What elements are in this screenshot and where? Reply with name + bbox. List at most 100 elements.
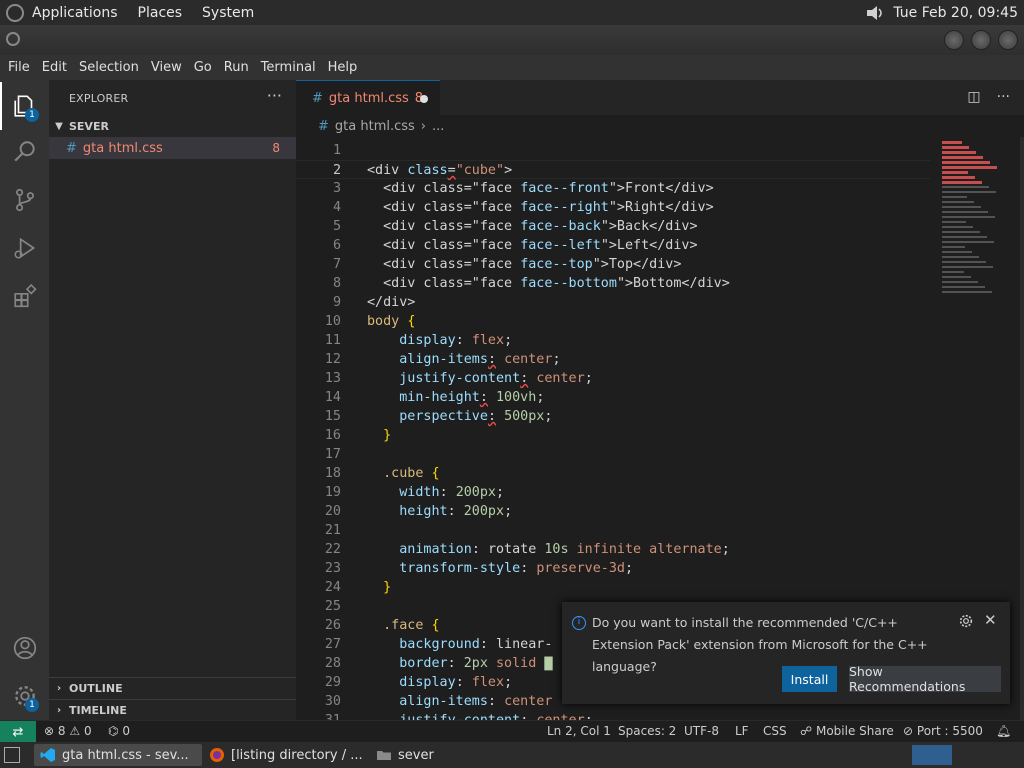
line-number: 21 [324, 523, 341, 538]
indentation[interactable]: Spaces: 2 [618, 724, 676, 738]
gear-icon[interactable] [958, 613, 974, 629]
line-text: background: linear- [399, 637, 553, 652]
code-line[interactable]: 18 .cube { [296, 464, 930, 483]
problems-indicator[interactable]: ⊗ 8 ⚠ 0 [44, 724, 92, 738]
code-line[interactable]: 21 [296, 521, 930, 540]
code-line[interactable]: 13 justify-content: center; [296, 369, 930, 388]
end-of-line[interactable]: LF [735, 724, 749, 738]
outline-section[interactable]: › OUTLINE [49, 677, 296, 699]
code-line[interactable]: 31 justify-content: center; [296, 711, 930, 720]
code-line[interactable]: 17 [296, 445, 930, 464]
code-line[interactable]: 8 <div class="face face--bottom">Bottom<… [296, 274, 930, 293]
accounts-activity[interactable] [0, 624, 49, 672]
line-number: 5 [332, 219, 341, 234]
code-line[interactable]: 23 transform-style: preserve-3d; [296, 559, 930, 578]
line-number: 15 [324, 409, 341, 424]
breadcrumb-file[interactable]: gta html.css [335, 119, 415, 134]
line-text: perspective: 500px; [399, 409, 553, 424]
run-debug-activity[interactable] [0, 224, 49, 272]
system-menu[interactable]: System [202, 5, 254, 21]
distro-logo-icon[interactable] [6, 3, 24, 22]
install-button[interactable]: Install [782, 666, 837, 692]
minimap-line [942, 171, 968, 174]
vscode-tray-icon[interactable] [912, 745, 952, 765]
code-line[interactable]: 7 <div class="face face--top">Top</div> [296, 255, 930, 274]
source-control-activity[interactable] [0, 176, 49, 224]
code-line[interactable]: 20 height: 200px; [296, 502, 930, 521]
language-mode[interactable]: CSS [763, 724, 787, 738]
breadcrumb-symbols[interactable]: ... [432, 119, 444, 134]
show-recommendations-button[interactable]: Show Recommendations [849, 664, 1001, 694]
code-line[interactable]: 2 <div class="cube"> [296, 160, 930, 179]
code-line[interactable]: 14 min-height: 100vh; [296, 388, 930, 407]
code-line[interactable]: 22 animation: rotate 10s infinite altern… [296, 540, 930, 559]
window-title-bar[interactable] [0, 25, 1024, 55]
editor-tabs: # gta html.css 8 ◫ ··· [296, 80, 1024, 115]
extensions-activity[interactable] [0, 272, 49, 320]
cursor-position[interactable]: Ln 2, Col 1 [547, 724, 611, 738]
close-window-button[interactable] [998, 30, 1018, 50]
editor-scrollbar[interactable] [1020, 137, 1024, 720]
line-number: 16 [324, 428, 341, 443]
notifications-bell-icon[interactable]: 🔔︎ [996, 724, 1011, 738]
code-line[interactable]: 11 display: flex; [296, 331, 930, 350]
menu-run[interactable]: Run [224, 60, 249, 75]
taskbar-item-browser[interactable]: [listing directory / ... [203, 744, 368, 766]
code-line[interactable]: 15 perspective: 500px; [296, 407, 930, 426]
close-icon[interactable]: ✕ [984, 611, 997, 629]
mobile-share[interactable]: ☍ Mobile Share [800, 724, 894, 738]
menu-help[interactable]: Help [328, 60, 358, 75]
search-activity[interactable] [0, 128, 49, 176]
menu-selection[interactable]: Selection [79, 60, 139, 75]
volume-icon[interactable] [865, 4, 885, 22]
places-menu[interactable]: Places [138, 5, 183, 21]
code-line[interactable]: 12 align-items: center; [296, 350, 930, 369]
activity-bar: 1 1 [0, 80, 49, 720]
menu-file[interactable]: File [8, 60, 30, 75]
explorer-activity[interactable]: 1 [0, 82, 49, 130]
code-line[interactable]: 19 width: 200px; [296, 483, 930, 502]
tab-gta-html-css[interactable]: # gta html.css 8 [296, 80, 440, 115]
manage-activity[interactable]: 1 [0, 672, 49, 720]
maximize-button[interactable] [971, 30, 991, 50]
applications-menu[interactable]: Applications [32, 5, 118, 21]
code-line[interactable]: 9 </div> [296, 293, 930, 312]
menu-edit[interactable]: Edit [42, 60, 67, 75]
clock[interactable]: Tue Feb 20, 09:45 [893, 5, 1018, 21]
split-editor-icon[interactable]: ◫ [967, 89, 980, 105]
line-text: </div> [367, 295, 416, 310]
unsaved-dot-icon[interactable] [420, 95, 428, 103]
menu-go[interactable]: Go [194, 60, 212, 75]
line-text: width: 200px; [399, 485, 505, 500]
minimize-button[interactable] [944, 30, 964, 50]
window-menu-icon[interactable] [6, 32, 20, 46]
menu-terminal[interactable]: Terminal [261, 60, 316, 75]
more-actions-icon[interactable]: ··· [997, 89, 1010, 105]
folder-section-sever[interactable]: ▼ SEVER [49, 115, 296, 137]
menu-view[interactable]: View [151, 60, 182, 75]
remote-indicator-icon[interactable]: ⇄ [0, 721, 36, 743]
encoding[interactable]: UTF-8 [684, 724, 719, 738]
minimap-line [942, 201, 974, 203]
code-line[interactable]: 24 } [296, 578, 930, 597]
live-server-port[interactable]: ⊘ Port : 5500 [903, 724, 983, 738]
code-line[interactable]: 4 <div class="face face--right">Right</d… [296, 198, 930, 217]
taskbar-item-vscode[interactable]: gta html.css - sev... [34, 744, 202, 766]
code-line[interactable]: 10 body { [296, 312, 930, 331]
taskbar-item-folder[interactable]: sever [370, 744, 490, 766]
file-item-gta-html-css[interactable]: # gta html.css 8 [49, 137, 296, 159]
explorer-more-button[interactable]: ··· [267, 86, 282, 105]
timeline-section[interactable]: › TIMELINE [49, 699, 296, 721]
code-line[interactable]: 3 <div class="face face--front">Front</d… [296, 179, 930, 198]
show-desktop-icon[interactable] [4, 747, 20, 763]
menu-bar: File Edit Selection View Go Run Terminal… [0, 55, 1024, 80]
line-number: 10 [324, 314, 341, 329]
line-text: .cube { [383, 466, 440, 481]
code-line[interactable]: 1 [296, 141, 930, 160]
share-icon: ☍ [800, 724, 813, 738]
code-line[interactable]: 16 } [296, 426, 930, 445]
taskbar-item-label: sever [398, 747, 434, 763]
ports-indicator[interactable]: ⌬ 0 [108, 724, 130, 738]
code-line[interactable]: 6 <div class="face face--left">Left</div… [296, 236, 930, 255]
code-line[interactable]: 5 <div class="face face--back">Back</div… [296, 217, 930, 236]
